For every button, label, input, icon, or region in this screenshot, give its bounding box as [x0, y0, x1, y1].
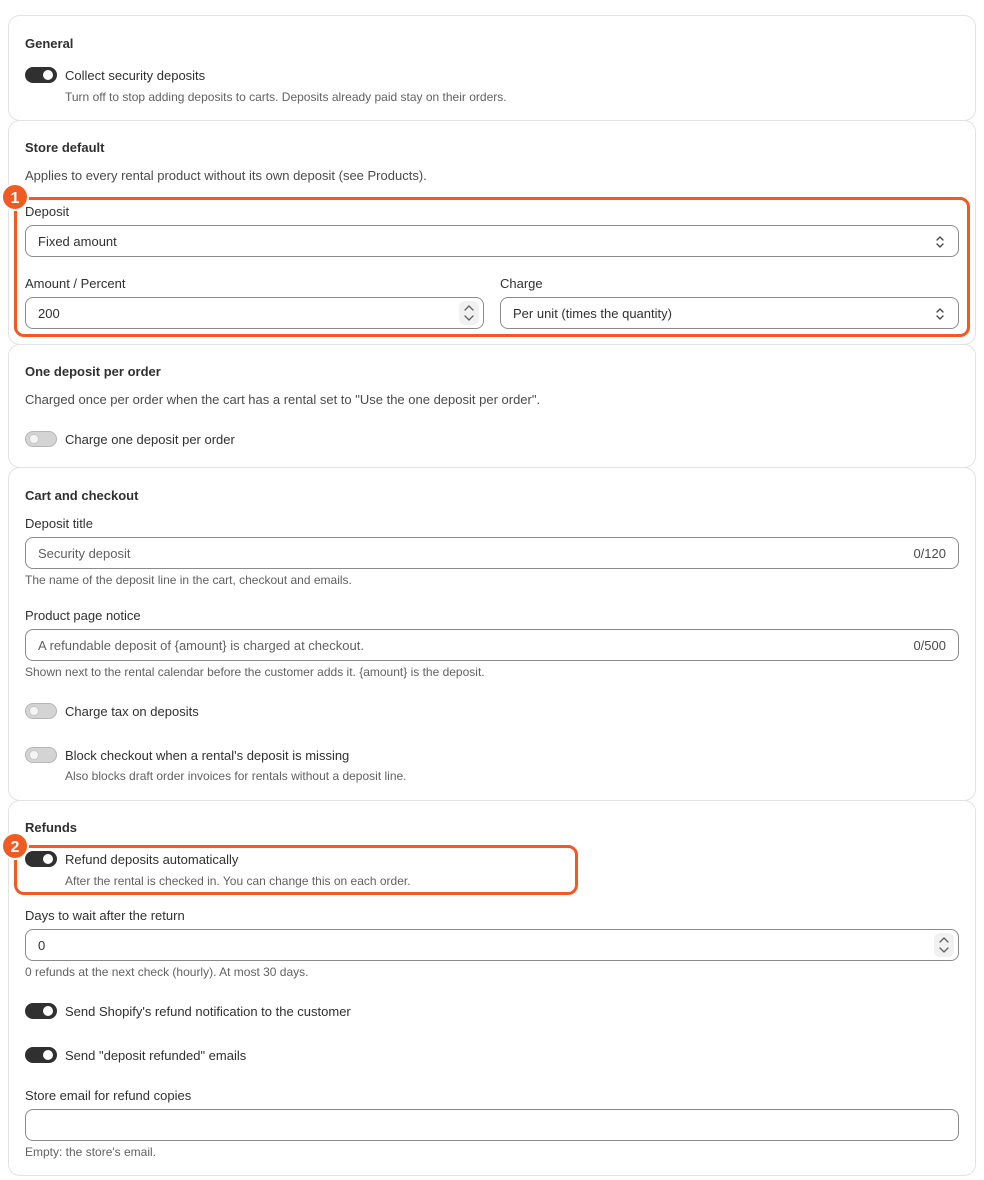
cart-checkout-heading: Cart and checkout: [25, 488, 139, 503]
deposit-title-input[interactable]: Security deposit 0/120: [25, 537, 959, 569]
days-wait-stepper[interactable]: [934, 933, 954, 957]
refunds-heading: Refunds: [25, 820, 77, 835]
deposit-title-label: Deposit title: [25, 516, 93, 531]
store-email-input[interactable]: [25, 1109, 959, 1141]
callout-highlight-2: [14, 845, 578, 895]
store-default-heading: Store default: [25, 140, 105, 155]
shopify-notification-toggle[interactable]: [25, 1003, 57, 1019]
store-email-help: Empty: the store's email.: [25, 1145, 157, 1159]
product-notice-help: Shown next to the rental calendar before…: [25, 665, 485, 679]
block-checkout-toggle[interactable]: [25, 747, 57, 763]
charge-tax-label: Charge tax on deposits: [65, 704, 199, 719]
deposit-title-placeholder: Security deposit: [38, 546, 131, 561]
product-notice-input[interactable]: A refundable deposit of {amount} is char…: [25, 629, 959, 661]
one-deposit-heading: One deposit per order: [25, 364, 161, 379]
days-wait-value: 0: [38, 938, 46, 953]
days-wait-input[interactable]: 0: [25, 929, 959, 961]
cart-checkout-card: Cart and checkout Deposit title Security…: [8, 467, 976, 801]
one-deposit-description: Charged once per order when the cart has…: [25, 392, 541, 407]
deposit-title-help: The name of the deposit line in the cart…: [25, 573, 352, 587]
callout-badge-1: 1: [1, 183, 29, 211]
charge-tax-toggle[interactable]: [25, 703, 57, 719]
deposit-refunded-emails-label: Send "deposit refunded" emails: [65, 1048, 247, 1063]
product-notice-placeholder: A refundable deposit of {amount} is char…: [38, 638, 364, 653]
block-checkout-help: Also blocks draft order invoices for ren…: [65, 769, 407, 783]
general-card: General Collect security deposits Turn o…: [8, 15, 976, 121]
one-deposit-toggle[interactable]: [25, 431, 57, 447]
collect-deposits-help: Turn off to stop adding deposits to cart…: [65, 90, 507, 104]
product-notice-label: Product page notice: [25, 608, 141, 623]
collect-deposits-toggle[interactable]: [25, 67, 57, 83]
one-deposit-card: One deposit per order Charged once per o…: [8, 344, 976, 468]
days-wait-help: 0 refunds at the next check (hourly). At…: [25, 965, 309, 979]
collect-deposits-label: Collect security deposits: [65, 68, 206, 83]
callout-highlight-1: [14, 197, 970, 337]
stepper-arrows-icon: [939, 937, 949, 953]
callout-badge-2: 2: [1, 832, 29, 860]
store-default-description: Applies to every rental product without …: [25, 168, 427, 183]
days-wait-label: Days to wait after the return: [25, 908, 185, 923]
deposit-refunded-emails-toggle[interactable]: [25, 1047, 57, 1063]
block-checkout-label: Block checkout when a rental's deposit i…: [65, 748, 350, 763]
shopify-notification-label: Send Shopify's refund notification to th…: [65, 1004, 351, 1019]
one-deposit-toggle-label: Charge one deposit per order: [65, 432, 235, 447]
store-email-label: Store email for refund copies: [25, 1088, 192, 1103]
product-notice-counter: 0/500: [913, 638, 946, 653]
deposit-title-counter: 0/120: [913, 546, 946, 561]
general-heading: General: [25, 36, 74, 51]
